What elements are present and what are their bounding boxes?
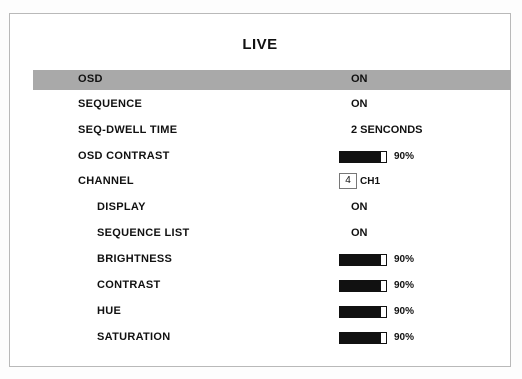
menu-item-label: CHANNEL xyxy=(78,175,134,187)
menu-item-sequence-list[interactable]: SEQUENCE LIST ON xyxy=(33,224,511,244)
level-percent: 90% xyxy=(394,332,415,343)
menu-item-osd[interactable]: OSD ON xyxy=(33,70,511,90)
level-bar xyxy=(339,151,387,163)
menu-item-label: SATURATION xyxy=(97,331,171,343)
menu-item-contrast[interactable]: CONTRAST 90% xyxy=(33,276,511,296)
menu-item-label: BRIGHTNESS xyxy=(97,253,173,265)
level-percent: 90% xyxy=(394,306,415,317)
menu-title: LIVE xyxy=(242,36,278,53)
menu-item-value: 2 SENCONDS xyxy=(351,124,423,136)
menu-item-label: SEQ-DWELL TIME xyxy=(78,124,178,136)
channel-number-box[interactable]: 4 xyxy=(339,173,357,189)
level-percent: 90% xyxy=(394,280,415,291)
menu-item-sequence[interactable]: SEQUENCE ON xyxy=(33,95,511,115)
menu-item-label: SEQUENCE xyxy=(78,98,143,110)
menu-item-brightness[interactable]: BRIGHTNESS 90% xyxy=(33,250,511,270)
menu-item-seq-dwell-time[interactable]: SEQ-DWELL TIME 2 SENCONDS xyxy=(33,121,511,141)
level-bar xyxy=(339,280,387,292)
level-bar-fill xyxy=(340,255,381,265)
menu-item-label: SEQUENCE LIST xyxy=(97,227,190,239)
menu-item-hue[interactable]: HUE 90% xyxy=(33,302,511,322)
level-bar-fill xyxy=(340,333,381,343)
level-bar-fill xyxy=(340,307,381,317)
menu-item-label: OSD CONTRAST xyxy=(78,150,170,162)
menu-item-channel[interactable]: CHANNEL 4 CH1 xyxy=(33,172,511,192)
menu-item-value: ON xyxy=(351,201,368,213)
level-bar xyxy=(339,306,387,318)
level-percent: 90% xyxy=(394,151,415,162)
menu-item-label: HUE xyxy=(97,305,122,317)
menu-item-label: CONTRAST xyxy=(97,279,161,291)
menu-item-label: DISPLAY xyxy=(97,201,146,213)
level-bar-fill xyxy=(340,152,381,162)
channel-name: CH1 xyxy=(360,176,381,187)
menu-item-display[interactable]: DISPLAY ON xyxy=(33,198,511,218)
menu-item-value: ON xyxy=(351,73,368,85)
level-percent: 90% xyxy=(394,254,415,265)
level-bar xyxy=(339,254,387,266)
menu-item-saturation[interactable]: SATURATION 90% xyxy=(33,328,511,348)
menu-item-value: ON xyxy=(351,98,368,110)
menu-item-label: OSD xyxy=(78,73,103,85)
menu-item-osd-contrast[interactable]: OSD CONTRAST 90% xyxy=(33,147,511,167)
level-bar xyxy=(339,332,387,344)
menu-item-value: ON xyxy=(351,227,368,239)
level-bar-fill xyxy=(340,281,381,291)
osd-menu-screen: LIVE OSD ON SEQUENCE ON SEQ-DWELL TIME 2… xyxy=(9,13,511,367)
